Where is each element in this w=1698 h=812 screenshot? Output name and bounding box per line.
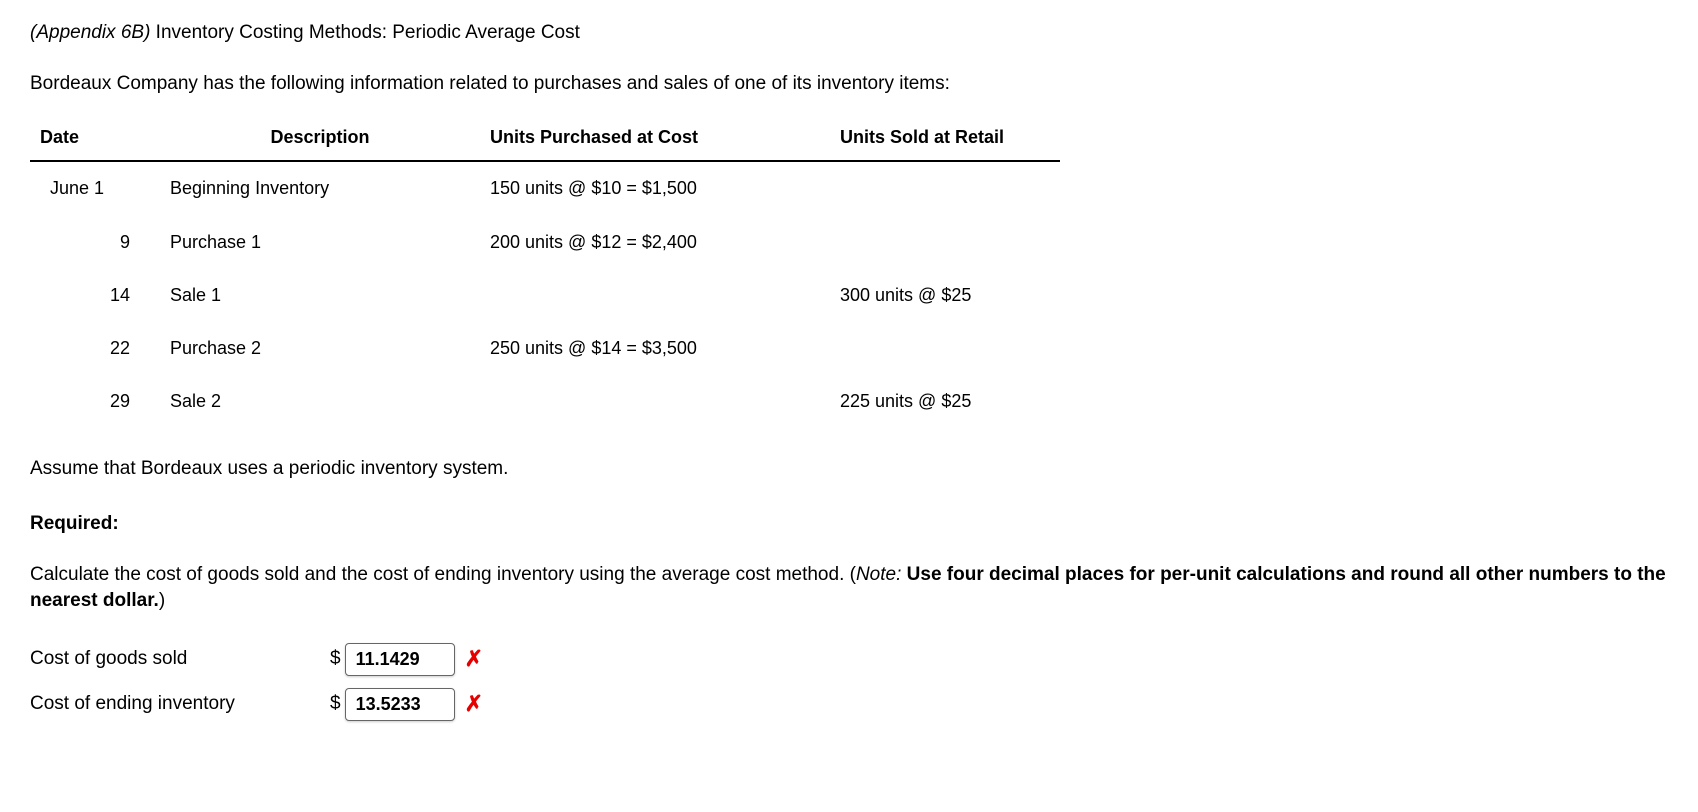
title-text: Inventory Costing Methods: Periodic Aver… [150, 22, 580, 43]
cell-purchased [480, 269, 830, 322]
inventory-table: Date Description Units Purchased at Cost… [30, 117, 1060, 428]
cell-sold [830, 216, 1060, 269]
cell-purchased: 150 units @ $10 = $1,500 [480, 161, 830, 215]
cell-sold [830, 161, 1060, 215]
cell-date: 14 [30, 269, 160, 322]
ending-input[interactable] [345, 688, 455, 721]
note-label: Note: [856, 564, 901, 585]
incorrect-icon: ✗ [465, 689, 483, 720]
instructions-main: Calculate the cost of goods sold and the… [30, 564, 856, 585]
table-row: June 1 Beginning Inventory 150 units @ $… [30, 161, 1060, 215]
currency-symbol: $ [330, 691, 341, 718]
header-sold: Units Sold at Retail [830, 117, 1060, 161]
header-purchased: Units Purchased at Cost [480, 117, 830, 161]
table-header-row: Date Description Units Purchased at Cost… [30, 117, 1060, 161]
cell-desc: Purchase 1 [160, 216, 480, 269]
cogs-input[interactable] [345, 643, 455, 676]
cell-date: 29 [30, 375, 160, 428]
cell-purchased: 200 units @ $12 = $2,400 [480, 216, 830, 269]
table-row: 14 Sale 1 300 units @ $25 [30, 269, 1060, 322]
cell-date: 9 [30, 216, 160, 269]
cell-date: June 1 [30, 161, 160, 215]
cell-sold: 300 units @ $25 [830, 269, 1060, 322]
header-date: Date [30, 117, 160, 161]
cell-desc: Purchase 2 [160, 322, 480, 375]
cell-purchased: 250 units @ $14 = $3,500 [480, 322, 830, 375]
table-row: 22 Purchase 2 250 units @ $14 = $3,500 [30, 322, 1060, 375]
cogs-label: Cost of goods sold [30, 646, 330, 673]
instructions-close: ) [159, 590, 165, 611]
currency-symbol: $ [330, 646, 341, 673]
answer-row-cogs: Cost of goods sold $ ✗ [30, 643, 1668, 676]
required-label: Required: [30, 511, 1668, 538]
page-title: (Appendix 6B) Inventory Costing Methods:… [30, 20, 1668, 47]
incorrect-icon: ✗ [465, 644, 483, 675]
cell-purchased [480, 375, 830, 428]
header-description: Description [160, 117, 480, 161]
cell-desc: Beginning Inventory [160, 161, 480, 215]
cell-date: 22 [30, 322, 160, 375]
instructions: Calculate the cost of goods sold and the… [30, 562, 1668, 615]
table-row: 29 Sale 2 225 units @ $25 [30, 375, 1060, 428]
answer-row-ending: Cost of ending inventory $ ✗ [30, 688, 1668, 721]
table-row: 9 Purchase 1 200 units @ $12 = $2,400 [30, 216, 1060, 269]
intro-text: Bordeaux Company has the following infor… [30, 71, 1668, 98]
cell-desc: Sale 2 [160, 375, 480, 428]
cell-sold [830, 322, 1060, 375]
title-appendix: (Appendix 6B) [30, 22, 150, 43]
ending-label: Cost of ending inventory [30, 691, 330, 718]
assume-text: Assume that Bordeaux uses a periodic inv… [30, 456, 1668, 483]
cell-desc: Sale 1 [160, 269, 480, 322]
cell-sold: 225 units @ $25 [830, 375, 1060, 428]
